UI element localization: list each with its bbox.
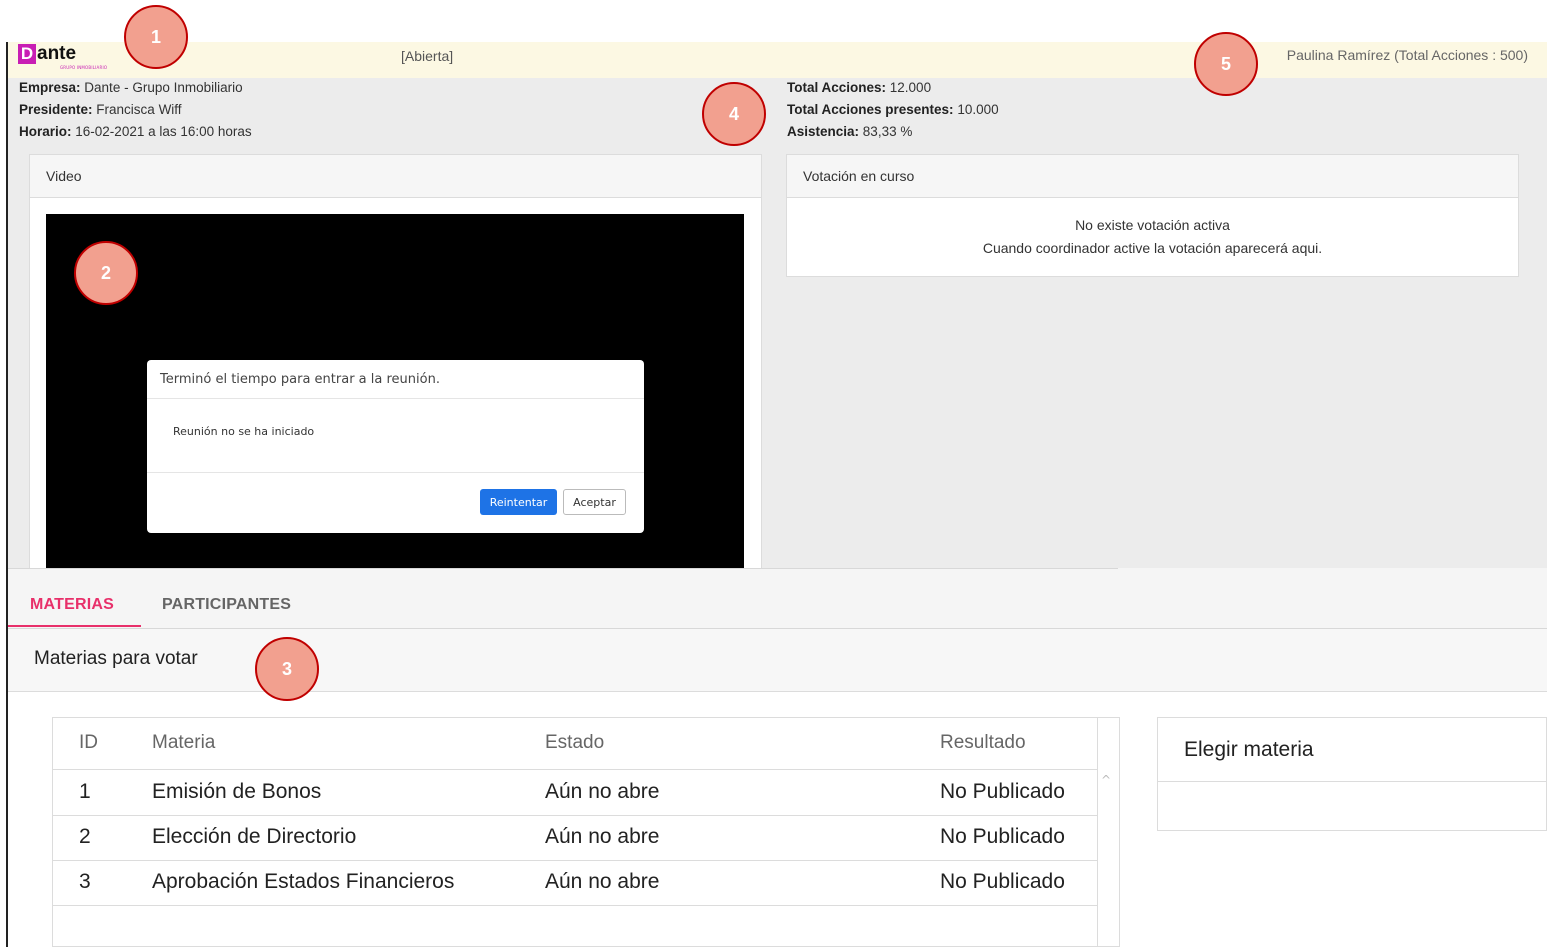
logo-text: ante xyxy=(37,43,77,64)
horario-label: Horario: xyxy=(19,124,72,139)
acciones-presentes-row: Total Acciones presentes: 10.000 xyxy=(787,99,999,121)
asistencia-label: Asistencia: xyxy=(787,124,860,139)
column-header-resultado: Resultado xyxy=(940,732,1026,753)
annotation-badge-3: 3 xyxy=(255,637,319,701)
choose-materia-header: Elegir materia xyxy=(1158,718,1546,782)
cell-id: 1 xyxy=(79,780,91,803)
annotation-badge-1: 1 xyxy=(124,5,188,69)
video-panel-title: Video xyxy=(30,155,761,198)
vote-panel-title: Votación en curso xyxy=(787,155,1518,198)
scroll-up-icon[interactable]: ^ xyxy=(1101,773,1111,787)
row-divider xyxy=(53,769,1097,770)
total-acciones-label: Total Acciones: xyxy=(787,80,887,95)
meeting-modal: Terminó el tiempo para entrar a la reuni… xyxy=(147,360,644,533)
cell-id: 2 xyxy=(79,825,91,848)
modal-body: Reunión no se ha iniciado xyxy=(173,425,315,438)
accept-button[interactable]: Aceptar xyxy=(563,489,626,515)
annotation-badge-2: 2 xyxy=(74,241,138,305)
meeting-status: [Abierta] xyxy=(401,48,454,64)
modal-divider xyxy=(147,472,644,473)
empresa-value: Dante - Grupo Inmobiliario xyxy=(84,80,243,95)
empresa-row: Empresa: Dante - Grupo Inmobiliario xyxy=(19,77,252,99)
choose-materia-title: Elegir materia xyxy=(1184,738,1314,761)
table-scrollbar[interactable] xyxy=(1097,718,1098,947)
dante-logo: D ante GRUPO INMOBILIARIO xyxy=(18,43,118,74)
total-acciones-row: Total Acciones: 12.000 xyxy=(787,77,999,99)
row-divider xyxy=(53,815,1097,816)
total-acciones-value: 12.000 xyxy=(889,80,932,95)
tab-materias[interactable]: MATERIAS xyxy=(30,596,114,614)
annotation-badge-5: 5 xyxy=(1194,32,1258,96)
column-header-estado: Estado xyxy=(545,732,605,753)
horario-value: 16-02-2021 a las 16:00 horas xyxy=(75,124,252,139)
choose-materia-panel: Elegir materia xyxy=(1157,717,1547,831)
materias-title: Materias para votar xyxy=(34,648,198,669)
column-header-id: ID xyxy=(79,732,98,753)
materias-header xyxy=(8,629,1547,692)
cell-estado: Aún no abre xyxy=(545,870,660,893)
modal-divider xyxy=(147,398,644,399)
app-root: { "header": { "logo": { "letter": "D", "… xyxy=(0,0,1547,947)
vote-panel: Votación en curso No existe votación act… xyxy=(786,154,1519,277)
column-header-materia: Materia xyxy=(152,732,216,753)
cell-estado: Aún no abre xyxy=(545,825,660,848)
logo-letter: D xyxy=(18,44,36,64)
user-info: Paulina Ramírez (Total Acciones : 500) xyxy=(1286,47,1528,63)
divider xyxy=(8,568,1118,569)
meeting-info: Empresa: Dante - Grupo Inmobiliario Pres… xyxy=(19,77,252,143)
row-divider xyxy=(53,860,1097,861)
logo-subtitle: GRUPO INMOBILIARIO xyxy=(60,65,108,70)
cell-materia: Emisión de Bonos xyxy=(152,780,322,803)
acciones-presentes-value: 10.000 xyxy=(957,102,999,117)
row-divider xyxy=(53,905,1097,906)
annotation-badge-4: 4 xyxy=(702,82,766,146)
presidente-label: Presidente: xyxy=(19,102,93,117)
cell-materia: Elección de Directorio xyxy=(152,825,357,848)
modal-title: Terminó el tiempo para entrar a la reuni… xyxy=(160,372,440,387)
presidente-value: Francisca Wiff xyxy=(96,102,182,117)
presidente-row: Presidente: Francisca Wiff xyxy=(19,99,252,121)
cell-resultado: No Publicado xyxy=(940,780,1065,803)
asistencia-value: 83,33 % xyxy=(862,124,913,139)
empresa-label: Empresa: xyxy=(19,80,81,95)
cell-resultado: No Publicado xyxy=(940,825,1065,848)
cell-id: 3 xyxy=(79,870,91,893)
acciones-presentes-label: Total Acciones presentes: xyxy=(787,102,954,117)
retry-button[interactable]: Reintentar xyxy=(480,489,557,515)
cell-estado: Aún no abre xyxy=(545,780,660,803)
cell-resultado: No Publicado xyxy=(940,870,1065,893)
asistencia-row: Asistencia: 83,33 % xyxy=(787,121,999,143)
tab-participantes[interactable]: PARTICIPANTES xyxy=(162,596,291,614)
shares-info: Total Acciones: 12.000 Total Acciones pr… xyxy=(787,77,999,143)
vote-hint-text: Cuando coordinador active la votación ap… xyxy=(982,240,1323,256)
cell-materia: Aprobación Estados Financieros xyxy=(152,870,455,893)
horario-row: Horario: 16-02-2021 a las 16:00 horas xyxy=(19,121,252,143)
active-tab-indicator xyxy=(8,625,141,627)
no-active-vote-text: No existe votación activa xyxy=(1075,217,1230,233)
